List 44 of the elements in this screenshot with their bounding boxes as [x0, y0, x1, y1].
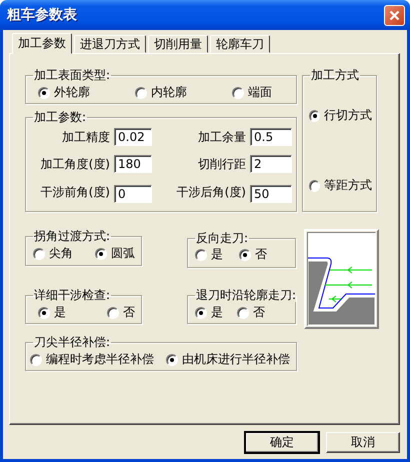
radio-button[interactable]: 是: [38, 304, 66, 321]
field-label: 加工精度: [61, 128, 110, 146]
radio-button[interactable]: 端面: [232, 84, 302, 101]
input-field[interactable]: 0: [114, 185, 152, 203]
group-title: 反向走刀:: [196, 231, 248, 245]
input-field[interactable]: 0.5: [250, 128, 292, 146]
radio-button[interactable]: 否: [107, 304, 135, 321]
radio-button[interactable]: 外轮廓: [38, 84, 135, 101]
field-label: 加工角度(度): [40, 156, 110, 172]
radio-button[interactable]: 内轮廓: [135, 84, 232, 101]
input-field[interactable]: 180: [114, 155, 152, 173]
group-title: 退刀时沿轮廓走刀:: [196, 288, 296, 302]
tab[interactable]: 轮廓车刀: [210, 35, 270, 53]
radio-button[interactable]: 由机床进行半径补偿: [166, 351, 290, 368]
field-label: 加工余量: [197, 128, 246, 146]
radio-button[interactable]: 否: [237, 304, 265, 321]
group-title: 刀尖半径补偿:: [34, 335, 110, 349]
close-icon: [389, 10, 400, 20]
input-field[interactable]: 0.02: [114, 128, 152, 146]
radio-button[interactable]: 是: [195, 246, 223, 263]
field-label: 切削行距: [197, 156, 246, 172]
radio-button[interactable]: 等距方式: [309, 177, 372, 194]
input-field[interactable]: 50: [250, 185, 292, 203]
tab[interactable]: 切削用量: [148, 35, 208, 53]
field-label: 干涉前角(度): [40, 184, 110, 201]
dialog-button[interactable]: 确定: [245, 432, 319, 453]
dialog-button[interactable]: 取消: [326, 432, 400, 453]
input-field[interactable]: 2: [250, 155, 292, 173]
group-title: 详细干涉检查:: [34, 288, 110, 302]
radio-button[interactable]: 是: [195, 304, 223, 321]
radio-button[interactable]: 圆弧: [95, 245, 135, 262]
radio-button[interactable]: 编程时考虑半径补偿: [30, 351, 154, 368]
tab[interactable]: 加工参数: [12, 33, 72, 54]
group-title: 加工参数:: [34, 110, 86, 124]
group-title: 加工方式: [311, 68, 359, 82]
group-title: 加工表面类型:: [34, 68, 110, 82]
radio-button[interactable]: 尖角: [33, 245, 73, 262]
group-title: 拐角过渡方式:: [34, 229, 110, 243]
tab[interactable]: 进退刀方式: [74, 35, 146, 53]
field-label: 干涉后角(度): [176, 184, 246, 201]
close-button[interactable]: [384, 4, 405, 26]
radio-button[interactable]: 行切方式: [309, 107, 372, 124]
radio-button[interactable]: 否: [239, 246, 267, 263]
window-title: 粗车参数表: [7, 6, 77, 24]
